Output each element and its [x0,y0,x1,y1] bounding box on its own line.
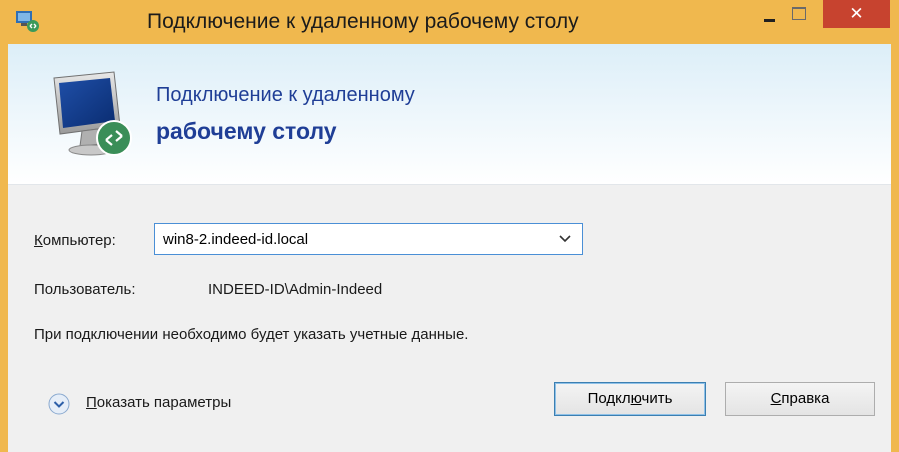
maximize-button[interactable] [784,0,812,28]
remote-desktop-monitor-icon [53,71,132,156]
dialog-client: Подключение к удаленному рабочему столу … [8,44,891,452]
chevron-down-icon[interactable] [559,233,571,245]
show-options-toggle[interactable]: Показать параметры [48,391,308,417]
title-bar[interactable]: Подключение к удаленному рабочему столу … [0,0,899,44]
expand-circle-icon[interactable] [48,393,70,415]
banner-title-line1: Подключение к удаленному [156,84,415,106]
banner-title-line2: рабочему столу [156,118,337,144]
minimize-button[interactable] [755,0,783,28]
computer-input[interactable]: win8-2.indeed-id.local [163,231,308,248]
user-value: INDEED-ID\Admin-Indeed [208,281,383,298]
header-banner: Подключение к удаленному рабочему столу [8,44,891,185]
close-icon: ✕ [849,4,864,24]
connect-button[interactable]: Подключить [554,382,706,416]
credentials-note: При подключении необходимо будет указать… [34,326,469,343]
computer-label: Компьютер: [34,232,116,249]
rdp-window: Подключение к удаленному рабочему столу … [0,0,899,452]
help-button[interactable]: Справка [725,382,875,416]
close-button[interactable]: ✕ [823,0,890,28]
computer-combobox[interactable]: win8-2.indeed-id.local [154,223,583,255]
connection-form: Компьютер: win8-2.indeed-id.local Пользо… [8,185,891,452]
show-options-label[interactable]: Показать параметры [86,394,231,411]
user-label: Пользователь: [34,281,136,298]
